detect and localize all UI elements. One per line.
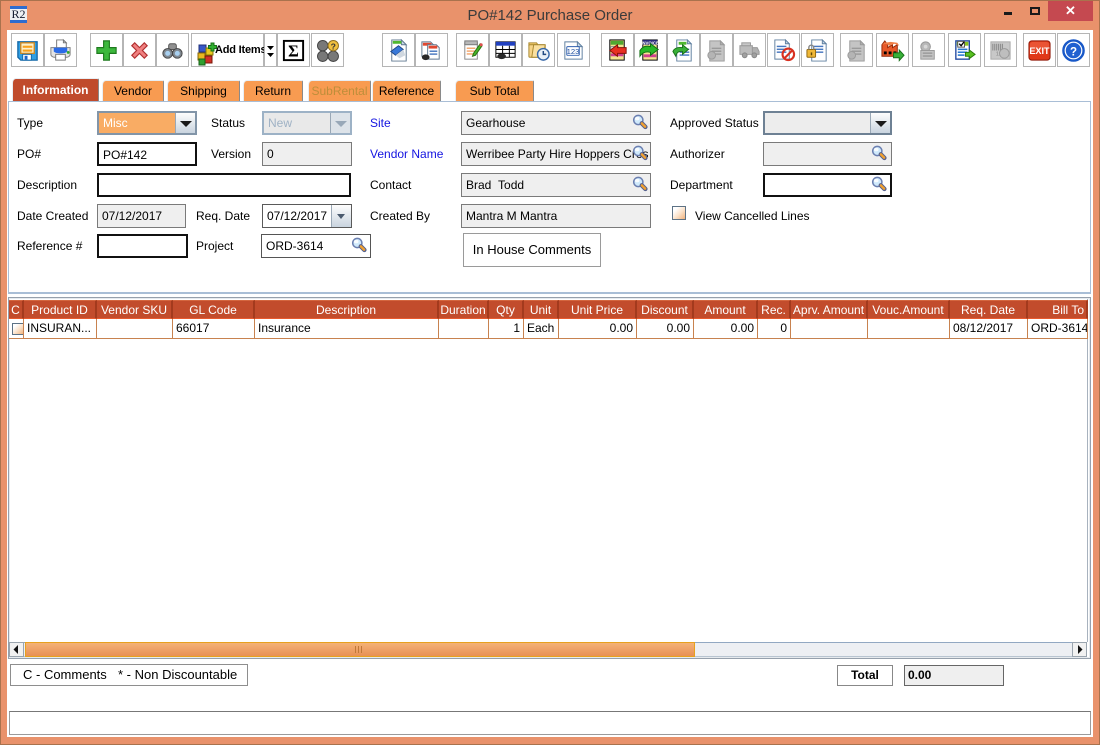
svg-text:123: 123 xyxy=(567,47,580,56)
svg-text:?: ? xyxy=(331,42,336,52)
svg-text:Σ: Σ xyxy=(288,41,299,60)
svg-text:EXIT: EXIT xyxy=(1029,46,1050,56)
svg-text:?: ? xyxy=(1070,46,1077,58)
